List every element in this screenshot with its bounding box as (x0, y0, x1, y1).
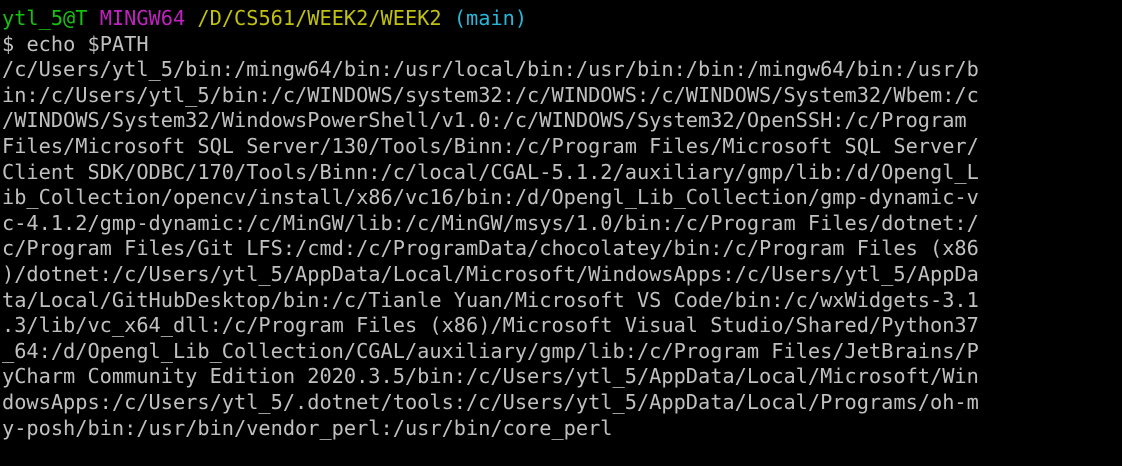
prompt-system: MINGW64 (99, 6, 186, 30)
output-line: Client SDK/ODBC/170/Tools/Binn:/c/local/… (2, 159, 979, 184)
output-line: Files/Microsoft SQL Server/130/Tools/Bin… (2, 133, 979, 158)
prompt-line: ytl_5@T MINGW64 /D/CS561/WEEK2/WEEK2 (ma… (2, 6, 1122, 32)
output-line: in:/c/Users/ytl_5/bin:/c/WINDOWS/system3… (2, 82, 979, 107)
output-line: .3/lib/vc_x64_dll:/c/Program Files (x86)… (2, 313, 979, 338)
command-output: /c/Users/ytl_5/bin:/mingw64/bin:/usr/loc… (2, 57, 1122, 441)
prompt-cwd: /D/CS561/WEEK2/WEEK2 (197, 6, 442, 30)
output-line: dowsApps:/c/Users/ytl_5/.dotnet/tools:/c… (2, 389, 979, 414)
terminal-window[interactable]: ytl_5@T MINGW64 /D/CS561/WEEK2/WEEK2 (ma… (0, 0, 1122, 466)
output-line: ib_Collection/opencv/install/x86/vc16/bi… (2, 185, 979, 210)
output-line: c/Program Files/Git LFS:/cmd:/c/ProgramD… (2, 236, 979, 261)
command-line: $ echo $PATH (2, 32, 1122, 58)
output-line: /c/Users/ytl_5/bin:/mingw64/bin:/usr/loc… (2, 57, 979, 82)
output-line: ta/Local/GitHubDesktop/bin:/c/Tianle Yua… (2, 287, 979, 312)
output-line: yCharm Community Edition 2020.3.5/bin:/c… (2, 364, 979, 389)
output-line: )/dotnet:/c/Users/ytl_5/AppData/Local/Mi… (2, 261, 979, 286)
prompt-user-host: ytl_5@T (2, 6, 88, 30)
output-line: _64:/d/Opengl_Lib_Collection/CGAL/auxili… (2, 338, 979, 363)
prompt-branch: (main) (453, 6, 528, 30)
command-text: echo $PATH (26, 31, 149, 56)
prompt-symbol: $ (2, 31, 15, 56)
output-line: y-posh/bin:/usr/bin/vendor_perl:/usr/bin… (2, 415, 613, 440)
output-line: /WINDOWS/System32/WindowsPowerShell/v1.0… (2, 108, 979, 133)
output-line: c-4.1.2/gmp-dynamic:/c/MinGW/lib:/c/MinG… (2, 210, 979, 235)
